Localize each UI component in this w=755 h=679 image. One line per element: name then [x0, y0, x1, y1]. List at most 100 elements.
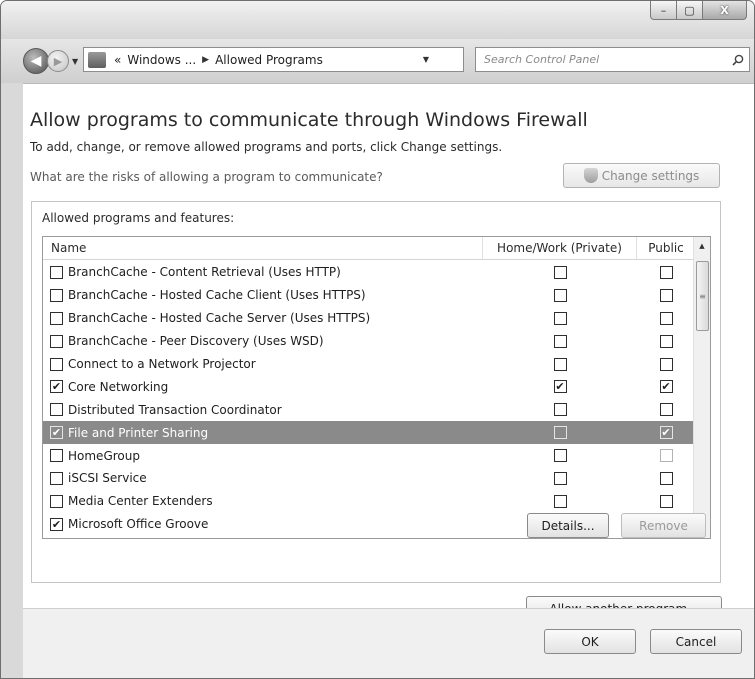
allowed-programs-group: Allowed programs and features: Name Home…	[31, 201, 721, 583]
program-name-cell: Connect to a Network Projector	[43, 357, 483, 371]
public-checkbox[interactable]	[659, 265, 673, 279]
details-button[interactable]: Details...	[527, 513, 609, 538]
public-checkbox[interactable]: ✔	[659, 426, 673, 440]
public-checkbox[interactable]	[659, 357, 673, 371]
list-header: Name Home/Work (Private) Public	[43, 237, 695, 260]
program-name: BranchCache - Hosted Cache Server (Uses …	[68, 311, 371, 326]
home-work-checkbox[interactable]	[553, 357, 567, 371]
breadcrumb-windows[interactable]: Windows ...	[127, 53, 196, 67]
column-header-public[interactable]: Public	[637, 237, 695, 259]
maximize-button[interactable]: ▢	[677, 1, 703, 20]
public-checkbox[interactable]	[659, 494, 673, 508]
caption-buttons: – ▢ X	[650, 1, 747, 20]
home-work-checkbox[interactable]	[553, 426, 567, 440]
table-row[interactable]: ✔ File and Printer Sharing ✔	[43, 421, 695, 445]
address-bar[interactable]: « Windows ... ▶ Allowed Programs ▼ ↻	[83, 47, 539, 72]
public-checkbox[interactable]	[659, 311, 673, 325]
table-row[interactable]: ✔ Core Networking ✔ ✔	[43, 375, 695, 398]
program-enabled-checkbox[interactable]: ✔	[50, 380, 63, 394]
home-work-checkbox[interactable]: ✔	[553, 380, 567, 394]
program-name: HomeGroup	[68, 448, 140, 463]
address-dropdown-icon[interactable]: ▼	[423, 55, 429, 64]
program-name: Core Networking	[68, 379, 169, 394]
home-work-cell	[483, 449, 637, 463]
program-name-cell: Distributed Transaction Coordinator	[43, 403, 483, 417]
table-row[interactable]: Distributed Transaction Coordinator	[43, 398, 695, 421]
program-enabled-checkbox[interactable]	[50, 334, 63, 348]
home-work-cell	[483, 471, 637, 485]
program-enabled-checkbox[interactable]	[50, 449, 63, 463]
program-name: BranchCache - Content Retrieval (Uses HT…	[68, 265, 341, 280]
public-checkbox[interactable]	[659, 403, 673, 417]
public-checkbox[interactable]: ✔	[659, 380, 673, 394]
list-rows: BranchCache - Content Retrieval (Uses HT…	[43, 261, 695, 536]
forward-arrow-icon: ▶	[53, 54, 63, 68]
program-enabled-checkbox[interactable]	[50, 494, 63, 508]
program-name: BranchCache - Peer Discovery (Uses WSD)	[68, 334, 324, 349]
program-enabled-checkbox[interactable]: ✔	[50, 426, 63, 440]
table-row[interactable]: Connect to a Network Projector	[43, 353, 695, 376]
home-work-checkbox[interactable]	[553, 403, 567, 417]
address-prefix-chevron[interactable]: «	[114, 53, 121, 67]
public-cell: ✔	[637, 380, 695, 394]
page-subtitle: To add, change, or remove allowed progra…	[30, 140, 503, 154]
program-enabled-checkbox[interactable]	[50, 311, 63, 325]
public-checkbox[interactable]	[659, 288, 673, 302]
forward-button[interactable]: ▶	[47, 50, 69, 72]
public-checkbox[interactable]	[659, 334, 673, 348]
table-row[interactable]: HomeGroup	[43, 444, 695, 467]
public-checkbox[interactable]	[659, 449, 673, 463]
program-enabled-checkbox[interactable]	[50, 471, 63, 485]
recent-pages-dropdown[interactable]: ▼	[72, 57, 78, 66]
page-title: Allow programs to communicate through Wi…	[30, 109, 588, 131]
home-work-checkbox[interactable]	[553, 494, 567, 508]
home-work-checkbox[interactable]	[553, 265, 567, 279]
list-scrollbar[interactable]: ▲ ≡ ▼	[693, 237, 710, 538]
public-cell	[637, 288, 695, 302]
change-settings-label: Change settings	[601, 168, 700, 183]
home-work-checkbox[interactable]	[553, 334, 567, 348]
public-cell	[637, 334, 695, 348]
program-enabled-checkbox[interactable]	[50, 403, 63, 417]
program-enabled-checkbox[interactable]: ✔	[50, 517, 63, 531]
public-checkbox[interactable]	[659, 471, 673, 485]
program-name: Distributed Transaction Coordinator	[68, 402, 282, 417]
allowed-programs-label: Allowed programs and features:	[42, 211, 235, 225]
search-input[interactable]	[476, 48, 727, 71]
program-name-cell: ✔ Microsoft Office Groove	[43, 517, 483, 531]
close-button[interactable]: X	[703, 1, 747, 20]
home-work-checkbox[interactable]	[553, 288, 567, 302]
program-enabled-checkbox[interactable]	[50, 265, 63, 279]
program-name-cell: BranchCache - Hosted Cache Server (Uses …	[43, 311, 483, 325]
table-row[interactable]: BranchCache - Hosted Cache Client (Uses …	[43, 284, 695, 307]
table-row[interactable]: Media Center Extenders	[43, 490, 695, 513]
cancel-button[interactable]: Cancel	[650, 629, 742, 654]
table-row[interactable]: iSCSI Service	[43, 467, 695, 490]
breadcrumb-allowed-programs[interactable]: Allowed Programs	[215, 53, 323, 67]
change-settings-button[interactable]: Change settings	[563, 163, 720, 188]
home-work-checkbox[interactable]	[553, 471, 567, 485]
table-row[interactable]: BranchCache - Content Retrieval (Uses HT…	[43, 261, 695, 284]
firewall-window: – ▢ X ◀ ▶ ▼ « Windows ... ▶ Allowed Prog…	[0, 0, 755, 679]
remove-button[interactable]: Remove	[621, 513, 706, 538]
minimize-button[interactable]: –	[650, 1, 677, 20]
table-row[interactable]: BranchCache - Hosted Cache Server (Uses …	[43, 307, 695, 330]
risks-link[interactable]: What are the risks of allowing a program…	[30, 170, 383, 184]
back-button[interactable]: ◀	[23, 48, 49, 74]
home-work-cell	[483, 334, 637, 348]
ok-button[interactable]: OK	[544, 629, 636, 654]
search-icon[interactable]	[727, 54, 749, 66]
column-header-name[interactable]: Name	[43, 237, 483, 259]
program-enabled-checkbox[interactable]	[50, 357, 63, 371]
home-work-checkbox[interactable]	[553, 311, 567, 325]
breadcrumb-separator-icon[interactable]: ▶	[202, 55, 209, 65]
program-enabled-checkbox[interactable]	[50, 288, 63, 302]
scroll-up-icon[interactable]: ▲	[694, 237, 710, 254]
public-cell	[637, 471, 695, 485]
column-header-home-work[interactable]: Home/Work (Private)	[483, 237, 637, 259]
scroll-thumb[interactable]: ≡	[696, 261, 709, 331]
allowed-programs-list[interactable]: Name Home/Work (Private) Public BranchCa…	[42, 236, 711, 539]
home-work-checkbox[interactable]	[553, 449, 567, 463]
table-row[interactable]: BranchCache - Peer Discovery (Uses WSD)	[43, 330, 695, 353]
program-name-cell: Media Center Extenders	[43, 494, 483, 508]
